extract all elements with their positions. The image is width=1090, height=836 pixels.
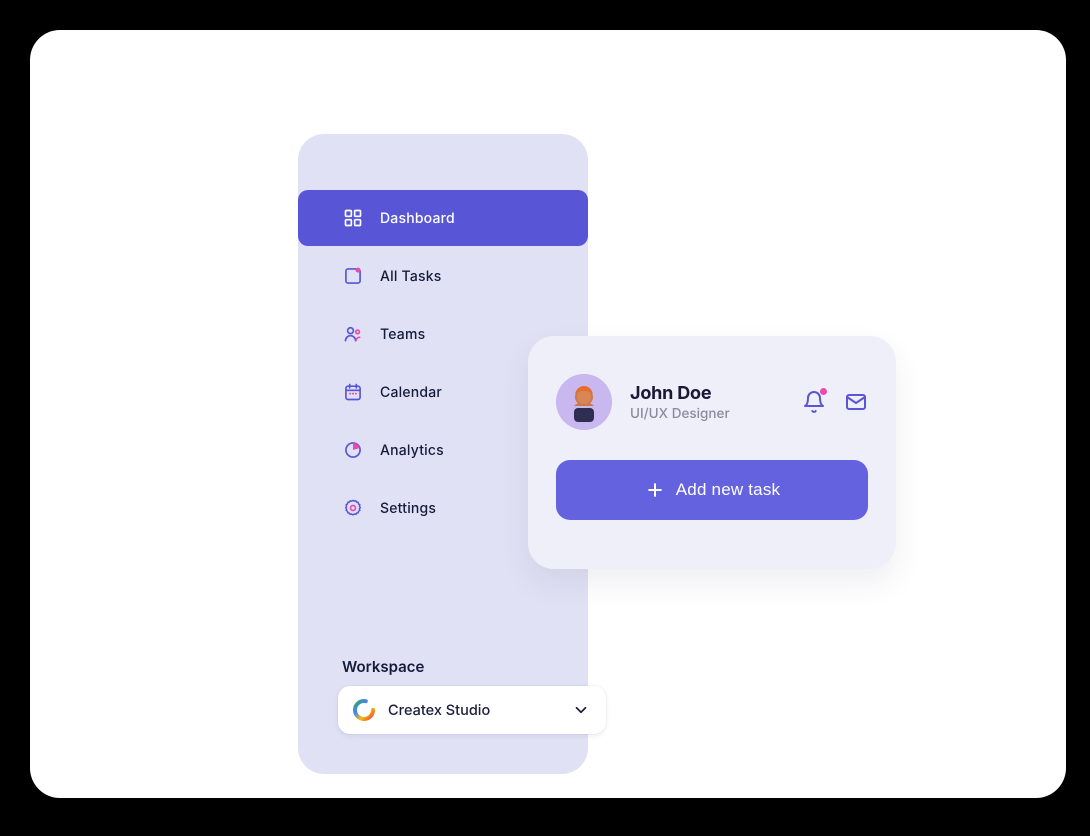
calendar-icon: [342, 381, 364, 403]
avatar: [556, 374, 612, 430]
notification-indicator: [820, 388, 827, 395]
teams-icon: [342, 323, 364, 345]
user-text: John Doe UI/UX Designer: [630, 383, 784, 422]
workspace-logo-icon: [352, 698, 376, 722]
bell-icon[interactable]: [802, 390, 826, 414]
sidebar-item-label: Settings: [380, 500, 436, 517]
sidebar-item-label: Calendar: [380, 384, 442, 401]
analytics-icon: [342, 439, 364, 461]
sidebar-item-label: Analytics: [380, 442, 444, 459]
user-actions: [802, 390, 868, 414]
user-row: John Doe UI/UX Designer: [556, 374, 868, 430]
chevron-down-icon: [570, 699, 592, 721]
user-task-card: John Doe UI/UX Designer: [528, 336, 896, 569]
mail-icon[interactable]: [844, 390, 868, 414]
add-new-task-button[interactable]: Add new task: [556, 460, 868, 520]
workspace-label: Workspace: [342, 657, 424, 676]
sidebar-item-label: Dashboard: [380, 210, 455, 227]
add-task-label: Add new task: [676, 480, 780, 500]
app-canvas: Dashboard All Tasks: [30, 30, 1066, 798]
plus-icon: [644, 479, 666, 501]
user-role: UI/UX Designer: [630, 406, 784, 422]
workspace-selected-name: Createx Studio: [388, 702, 558, 719]
workspace-picker[interactable]: Createx Studio: [338, 686, 606, 734]
settings-icon: [342, 497, 364, 519]
sidebar-item-dashboard[interactable]: Dashboard: [298, 190, 588, 246]
sidebar-item-label: All Tasks: [380, 268, 442, 285]
user-name: John Doe: [630, 383, 784, 404]
dashboard-icon: [342, 207, 364, 229]
sidebar-item-all-tasks[interactable]: All Tasks: [298, 248, 588, 304]
tasks-icon: [342, 265, 364, 287]
sidebar-item-label: Teams: [380, 326, 425, 343]
